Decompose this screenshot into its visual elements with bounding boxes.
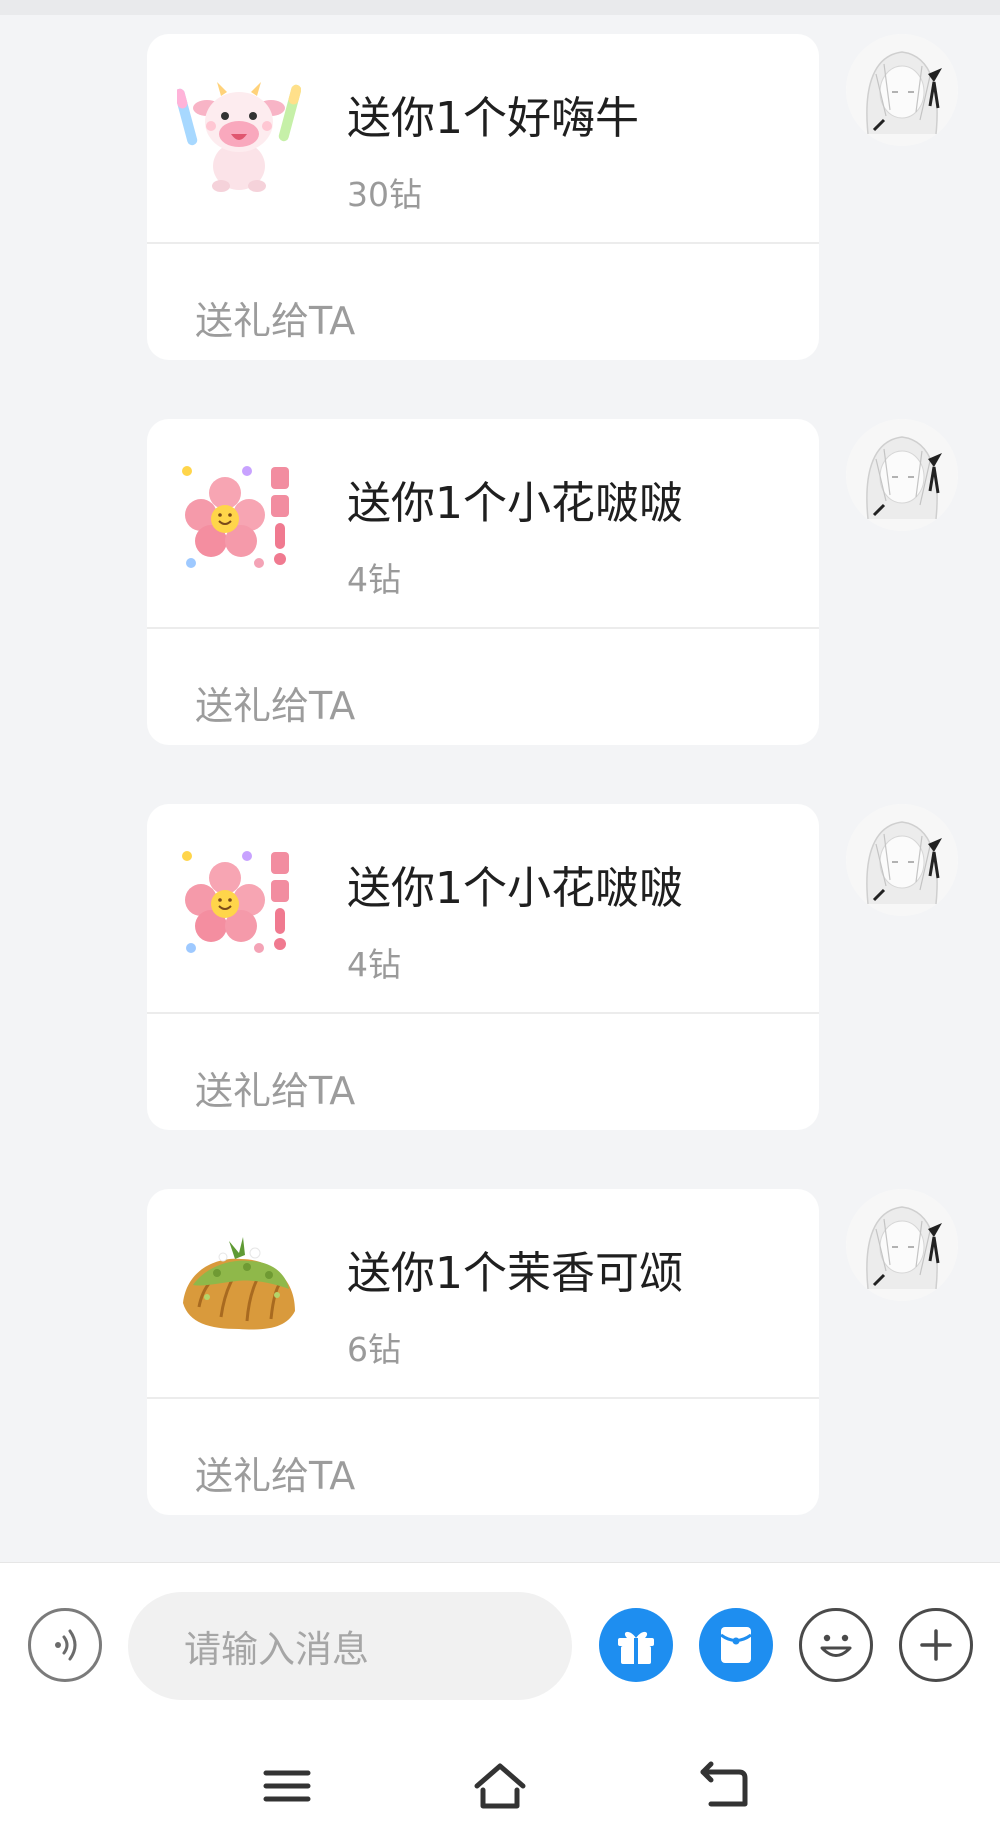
gift-card-header: 送你1个小花啵啵 4钻 bbox=[147, 419, 819, 627]
message-input-placeholder: 请输入消息 bbox=[184, 1628, 369, 1671]
gift-title: 送你1个小花啵啵 bbox=[347, 478, 683, 529]
avatar[interactable] bbox=[846, 1189, 958, 1301]
gift-price: 4钻 bbox=[347, 560, 401, 599]
back-icon[interactable] bbox=[689, 1756, 759, 1816]
message-input[interactable]: 请输入消息 bbox=[128, 1592, 572, 1700]
card-divider bbox=[147, 1397, 819, 1399]
gift-card-header: 送你1个好嗨牛 30钻 bbox=[147, 34, 819, 242]
message-row: 送你1个茉香可颂 6钻 送礼给TA bbox=[0, 1189, 1000, 1519]
gift-price: 30钻 bbox=[347, 175, 422, 214]
message-row: 送你1个小花啵啵 4钻 送礼给TA bbox=[0, 419, 1000, 749]
send-gift-button[interactable]: 送礼给TA bbox=[195, 675, 355, 730]
card-divider bbox=[147, 242, 819, 244]
card-divider bbox=[147, 627, 819, 629]
send-gift-button[interactable]: 送礼给TA bbox=[195, 1445, 355, 1500]
home-icon[interactable] bbox=[465, 1756, 535, 1816]
gift-card-header: 送你1个小花啵啵 4钻 bbox=[147, 804, 819, 1012]
avatar[interactable] bbox=[846, 419, 958, 531]
gift-card[interactable]: 送你1个茉香可颂 6钻 送礼给TA bbox=[147, 1189, 819, 1515]
gift-title: 送你1个好嗨牛 bbox=[347, 93, 639, 144]
emoji-icon[interactable] bbox=[799, 1608, 873, 1682]
card-divider bbox=[147, 1012, 819, 1014]
menu-icon[interactable] bbox=[252, 1756, 322, 1816]
message-row: 送你1个小花啵啵 4钻 送礼给TA bbox=[0, 804, 1000, 1134]
message-row: 送你1个好嗨牛 30钻 送礼给TA bbox=[0, 34, 1000, 364]
gift-price: 6钻 bbox=[347, 1330, 401, 1369]
gift-card[interactable]: 送你1个小花啵啵 4钻 送礼给TA bbox=[147, 804, 819, 1130]
cow-gift-icon bbox=[177, 74, 301, 198]
gift-card[interactable]: 送你1个小花啵啵 4钻 送礼给TA bbox=[147, 419, 819, 745]
flower-gift-icon bbox=[177, 459, 301, 583]
plus-icon[interactable] bbox=[899, 1608, 973, 1682]
croissant-gift-icon bbox=[177, 1229, 301, 1353]
flower-gift-icon bbox=[177, 844, 301, 968]
avatar[interactable] bbox=[846, 34, 958, 146]
gift-card-header: 送你1个茉香可颂 6钻 bbox=[147, 1189, 819, 1397]
send-gift-button[interactable]: 送礼给TA bbox=[195, 1060, 355, 1115]
gift-title: 送你1个茉香可颂 bbox=[347, 1248, 683, 1299]
chat-message-list[interactable]: 送你1个好嗨牛 30钻 送礼给TA 送你1个小花啵啵 4钻 送礼给TA 送你1个… bbox=[0, 0, 1000, 1562]
voice-icon[interactable] bbox=[28, 1608, 102, 1682]
send-gift-button[interactable]: 送礼给TA bbox=[195, 290, 355, 345]
gift-title: 送你1个小花啵啵 bbox=[347, 863, 683, 914]
gift-icon[interactable] bbox=[599, 1608, 673, 1682]
avatar[interactable] bbox=[846, 804, 958, 916]
red-packet-icon[interactable] bbox=[699, 1608, 773, 1682]
gift-card[interactable]: 送你1个好嗨牛 30钻 送礼给TA bbox=[147, 34, 819, 360]
gift-price: 4钻 bbox=[347, 945, 401, 984]
